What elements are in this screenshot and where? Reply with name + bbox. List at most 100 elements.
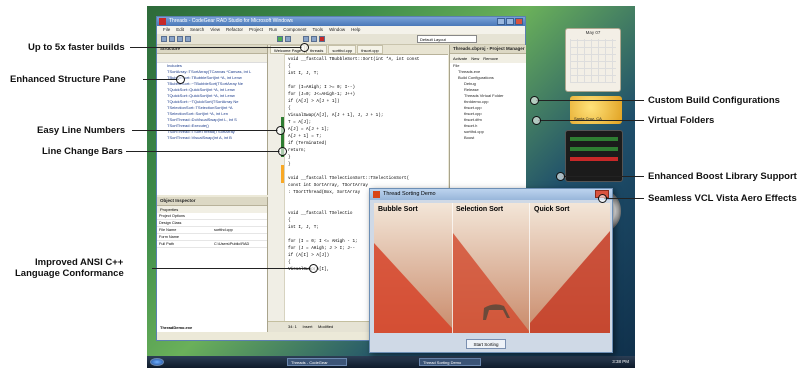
status-position: 34: 1 [288,324,297,329]
menu-item[interactable]: Run [269,26,277,34]
inspector-row[interactable]: File Name sortthd.cpp [157,227,267,234]
calendar-gadget[interactable]: May 07 [565,28,621,92]
callout-marker-structure [176,75,185,84]
callout-marker-boost [556,172,565,181]
build-icon[interactable] [303,36,309,42]
stock-bar-3 [570,157,618,161]
menu-item[interactable]: Edit [176,26,184,34]
thread-app-icon [373,191,380,198]
save-icon[interactable] [177,36,183,42]
callout-line-changebars [126,151,280,152]
callout-boost: Enhanced Boost Library Support [648,171,797,182]
thread-sorting-window: Thread Sorting Demo Bubble Sort Selectio… [369,188,613,353]
taskbar-item-ide[interactable]: Threads - CodeGear [287,358,347,366]
callout-line-lines [132,130,278,131]
menu-item[interactable]: Window [329,26,345,34]
code-line: return; [288,148,307,153]
property-name: Design Class [159,221,182,225]
structure-item[interactable]: TSortThread::VisualSwap(int A, int B [157,135,267,141]
code-line: void __fastcall TSelectionSort::TSelecti… [288,176,410,181]
callout-marker-builds [300,43,309,52]
callout-ansi-line2: Language Conformance [15,268,124,279]
menu-item[interactable]: Help [351,26,360,34]
menu-item[interactable]: Component [283,26,306,34]
inspector-row[interactable]: Full Path C:\Users\Public\RAD [157,241,267,248]
thread-window-title: Thread Sorting Demo [383,191,436,197]
layout-select[interactable]: Default Layout [417,35,477,43]
save-all-icon[interactable] [185,36,191,42]
code-line: for (I=AHigh; I >= 0; I--) [288,85,356,90]
project-tree-item[interactable] [450,147,526,153]
stocks-gadget[interactable] [565,130,623,182]
toolbar: Default Layout [157,34,525,45]
object-inspector: Object Inspector Properties Project Opti… [157,197,268,332]
structure-toolbar [157,54,267,63]
callout-folders: Virtual Folders [648,115,715,126]
callout-changebars: Line Change Bars [42,146,123,157]
line-change-bar [281,165,284,183]
maximize-button[interactable] [506,18,514,25]
status-mode: Insert [302,324,313,329]
new-icon[interactable] [161,36,167,42]
structure-pane: Structure Includes TSortArray::TSortArray… [157,45,268,195]
code-line: void __fastcall TBubbleSort::Sort(int *A… [288,57,420,62]
open-icon[interactable] [169,36,175,42]
menu-item[interactable]: Tools [313,26,324,34]
ide-title: Threads - CodeGear RAD Studio for Micros… [169,18,293,24]
inspector-grid: Project Options Design Class File Name sort… [157,213,267,248]
minimize-button[interactable] [497,18,505,25]
new-button[interactable]: New [471,54,479,63]
inspector-row[interactable]: Project Options [157,213,267,220]
editor-tab[interactable]: threads [306,45,328,54]
property-name: File Name [159,228,177,232]
inspector-row[interactable]: Design Class [157,220,267,227]
close-button[interactable] [515,18,523,25]
menu-item[interactable]: View [210,26,220,34]
callout-marker-changebars [278,147,287,156]
calendar-month: May 07 [585,30,601,35]
property-value [212,234,267,240]
callout-line-config [536,100,644,101]
callout-config: Custom Build Configurations [648,95,780,106]
callout-line-structure [143,79,179,80]
callout-structure: Enhanced Structure Pane [10,74,126,85]
make-icon[interactable] [311,36,317,42]
menu-bar: File Edit Search View Refactor Project Run Comp… [157,26,525,34]
callout-ansi-line1: Improved ANSI C++ [35,257,124,268]
code-line: { [288,64,291,69]
menu-item[interactable]: Project [249,26,263,34]
menu-item[interactable]: File [163,26,170,34]
taskbar-item-thread-demo[interactable]: Thread Sorting Demo [419,358,481,366]
property-name: Form Name [159,235,180,239]
compile-icon[interactable] [319,36,325,42]
inspector-row[interactable]: Form Name [157,234,267,241]
remove-button[interactable]: Remove [483,54,498,63]
inspector-tab[interactable]: Properties [157,206,267,213]
code-line: VisualSwap(A[J], A[J + 1], J, J + 1); [288,113,384,118]
start-button[interactable] [150,358,164,366]
editor-tab[interactable]: sortthd.cpp [328,45,357,54]
callout-marker-lines [276,126,285,135]
run-icon[interactable] [277,36,283,42]
start-sorting-button[interactable]: Start Sorting [466,339,506,349]
project-manager-title: Threads.cbproj - Project Manager [450,45,526,54]
activate-button[interactable]: Activate [453,54,467,63]
code-line: int I, J, T; [288,71,319,76]
pause-icon[interactable] [285,36,291,42]
ide-titlebar[interactable]: Threads - CodeGear RAD Studio for Micros… [157,17,525,26]
menu-item[interactable]: Search [190,26,204,34]
code-line: } [288,162,291,167]
callout-marker-vcl [598,194,607,203]
menu-item[interactable]: Refactor [226,26,243,34]
taskbar: Threads - CodeGear Thread Sorting Demo 3… [147,356,635,368]
code-line: T = A[J]; [288,120,312,125]
callout-marker-folders [532,116,541,125]
callout-line-vcl [604,198,644,199]
callout-line-folders [538,120,644,121]
editor-tab[interactable]: thsort.cpp [357,45,383,54]
code-line: for (J=0; J<=AHigh-1; J++) [288,92,356,97]
thread-window-titlebar[interactable]: Thread Sorting Demo [370,189,612,200]
bubble-sort-label: Bubble Sort [378,206,418,213]
